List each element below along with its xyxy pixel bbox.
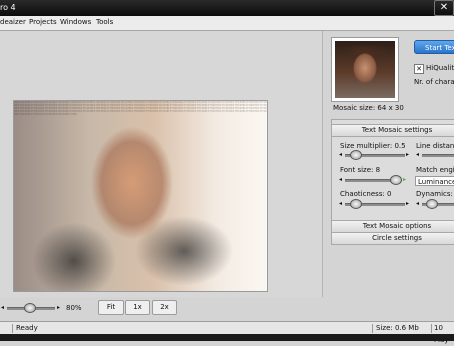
text-mosaic-settings-header[interactable]: Text Mosaic settings: [331, 124, 454, 137]
status-separator: [12, 324, 13, 333]
close-window-button[interactable]: ✕: [434, 0, 454, 16]
font-size-slider[interactable]: [345, 179, 393, 182]
title-bar: ro 4 ✕: [0, 0, 454, 16]
checkmark-icon: ✕: [416, 65, 422, 73]
zoom-2x-button[interactable]: 2x: [152, 300, 177, 315]
zoom-left-arrow-icon[interactable]: ◂: [1, 304, 4, 312]
match-engine-label: Match engine: [416, 166, 454, 174]
zoom-right-arrow-icon[interactable]: ▸: [57, 304, 60, 312]
dynamics-thumb[interactable]: [426, 199, 438, 209]
menu-bar: deaizer Projects Windows Tools: [0, 16, 454, 31]
status-size: Size: 0.6 Mb: [376, 324, 419, 332]
start-text-mosaic-button[interactable]: Start Text: [414, 40, 454, 54]
mosaic-text-layer: HRITHIKHRITHIKHRITHIKHRITHIKHRITHIKHRITH…: [14, 100, 267, 116]
status-text: Ready: [16, 324, 38, 332]
line-distance-label: Line distance: [416, 142, 454, 150]
chaoticness-label: Chaoticness: 0: [340, 190, 392, 198]
font-size-right-arrow-icon[interactable]: ▸: [403, 176, 406, 184]
line-distance-left-arrow-icon[interactable]: ◂: [416, 151, 419, 159]
source-thumbnail-image: [335, 41, 395, 98]
preview-area: HRITHIKHRITHIKHRITHIKHRITHIKHRITHIKHRITH…: [0, 31, 323, 297]
menu-item-projects[interactable]: Projects: [29, 18, 57, 26]
window-title: ro 4: [0, 3, 16, 12]
hiquality-label: HiQuality: [426, 64, 454, 72]
zoom-fit-button[interactable]: Fit: [98, 300, 124, 315]
match-engine-select[interactable]: Luminance: [415, 176, 454, 186]
dynamics-left-arrow-icon[interactable]: ◂: [416, 200, 419, 208]
status-separator: [431, 324, 432, 333]
source-thumbnail-frame[interactable]: [331, 37, 399, 102]
font-size-thumb[interactable]: [390, 175, 402, 185]
font-size-label: Font size: 8: [340, 166, 381, 174]
nr-characters-label: Nr. of charac: [414, 78, 454, 86]
size-multiplier-label: Size multiplier: 0.5: [340, 142, 406, 150]
dynamics-label: Dynamics: 0: [416, 190, 454, 198]
status-separator: [372, 324, 373, 333]
zoom-value: 80%: [66, 304, 82, 312]
chaoticness-thumb[interactable]: [350, 199, 362, 209]
chaoticness-right-arrow-icon[interactable]: ▸: [406, 200, 409, 208]
status-bar: Ready Size: 0.6 Mb 10 May: [0, 321, 454, 344]
line-distance-slider[interactable]: [422, 154, 454, 157]
hiquality-checkbox[interactable]: ✕: [414, 64, 424, 74]
mosaic-size-label: Mosaic size: 64 x 30: [333, 104, 404, 112]
circle-settings-header[interactable]: Circle settings: [331, 232, 454, 245]
size-multiplier-left-arrow-icon[interactable]: ◂: [339, 151, 342, 159]
size-multiplier-thumb[interactable]: [350, 150, 362, 160]
menu-item-windows[interactable]: Windows: [60, 18, 91, 26]
mosaic-preview-image[interactable]: HRITHIKHRITHIKHRITHIKHRITHIKHRITHIKHRITH…: [13, 100, 268, 292]
zoom-slider-thumb[interactable]: [23, 303, 36, 313]
size-multiplier-right-arrow-icon[interactable]: ▸: [406, 151, 409, 159]
chaoticness-left-arrow-icon[interactable]: ◂: [339, 200, 342, 208]
zoom-1x-button[interactable]: 1x: [125, 300, 150, 315]
menu-item-tools[interactable]: Tools: [96, 18, 113, 26]
menu-item-ideaizer[interactable]: deaizer: [0, 18, 26, 26]
bottom-strip: [0, 334, 454, 341]
font-size-left-arrow-icon[interactable]: ◂: [339, 176, 342, 184]
